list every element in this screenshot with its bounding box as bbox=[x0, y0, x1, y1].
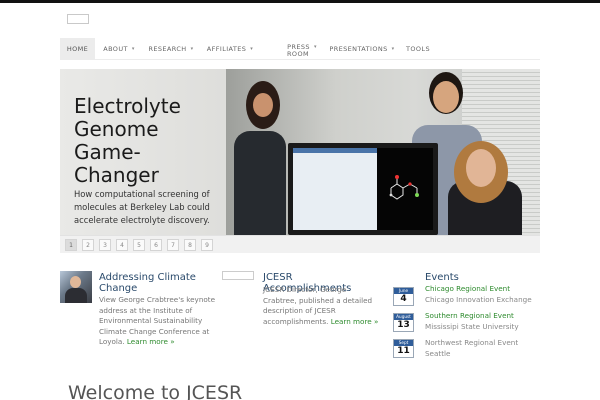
event-title-northwest: Northwest Regional Event bbox=[425, 338, 519, 347]
hero-subtitle: How computational screening of molecules… bbox=[74, 189, 210, 225]
climate-thumbnail[interactable] bbox=[60, 271, 92, 303]
pager-button[interactable]: 7 bbox=[167, 239, 179, 251]
calendar-icon: Sept 11 bbox=[393, 339, 414, 358]
climate-text: View George Crabtree's keynote address a… bbox=[99, 295, 217, 348]
events-title: Events bbox=[425, 272, 459, 283]
nav-home-label: HOME bbox=[66, 44, 89, 53]
climate-title[interactable]: Addressing Climate Change bbox=[99, 272, 214, 294]
slider-pager: 1 2 3 4 5 6 7 8 9 bbox=[60, 235, 540, 253]
main-nav: HOME ABOUT ▾ RESEARCH ▾ AFFILIATES ▾ PRESS ▾… bbox=[60, 38, 540, 60]
pager-button[interactable]: 8 bbox=[184, 239, 196, 251]
jcesr-text: JCESR Director, George Crabtree, publish… bbox=[263, 285, 379, 327]
site-logo[interactable] bbox=[67, 14, 89, 24]
event-location: Mississipi State University bbox=[425, 322, 519, 331]
pager-button[interactable]: 5 bbox=[133, 239, 145, 251]
chevron-down-icon: ▾ bbox=[391, 45, 395, 52]
event-location: Chicago Innovation Exchange bbox=[425, 295, 532, 304]
top-border bbox=[0, 0, 600, 3]
nav-about[interactable]: ABOUT ▾ bbox=[98, 38, 140, 60]
pager-button[interactable]: 3 bbox=[99, 239, 111, 251]
nav-press-room[interactable]: PRESS ▾ ROOM bbox=[282, 40, 322, 62]
pager-button[interactable]: 4 bbox=[116, 239, 128, 251]
nav-research[interactable]: RESEARCH ▾ bbox=[144, 38, 198, 60]
pager-button[interactable]: 9 bbox=[201, 239, 213, 251]
event-day: 13 bbox=[397, 320, 410, 330]
hero-slider[interactable]: Electrolyte Genome Game-Changer How comp… bbox=[60, 69, 540, 235]
monitor-image bbox=[288, 143, 438, 235]
nav-research-label: RESEARCH bbox=[148, 44, 187, 53]
molecule-icon bbox=[389, 175, 419, 200]
nav-presentations-label: PRESENTATIONS bbox=[329, 44, 388, 53]
page-heading: Welcome to JCESR bbox=[68, 382, 243, 400]
nav-tools[interactable]: TOOLS bbox=[402, 38, 434, 60]
chevron-down-icon: ▾ bbox=[313, 44, 317, 50]
event-location: Seattle bbox=[425, 349, 451, 358]
jcesr-image bbox=[222, 271, 254, 280]
event-link-southern[interactable]: Southern Regional Event bbox=[425, 311, 514, 321]
hero-title[interactable]: Electrolyte Genome Game-Changer bbox=[74, 95, 224, 187]
molecule-screen bbox=[377, 148, 433, 230]
chevron-down-icon: ▾ bbox=[131, 45, 135, 52]
nav-about-label: ABOUT bbox=[103, 44, 128, 53]
nav-affiliates[interactable]: AFFILIATES ▾ bbox=[202, 38, 258, 60]
nav-home[interactable]: HOME bbox=[60, 38, 95, 60]
software-screen bbox=[293, 148, 377, 230]
event-day: 4 bbox=[400, 294, 407, 304]
chevron-down-icon: ▾ bbox=[190, 45, 194, 52]
nav-tools-label: TOOLS bbox=[406, 44, 430, 53]
event-link-chicago[interactable]: Chicago Regional Event bbox=[425, 284, 510, 294]
nav-affiliates-label: AFFILIATES bbox=[206, 44, 247, 53]
calendar-icon: August 13 bbox=[393, 313, 414, 332]
pager-button[interactable]: 2 bbox=[82, 239, 94, 251]
chevron-down-icon: ▾ bbox=[250, 45, 254, 52]
pager-button[interactable]: 1 bbox=[65, 239, 77, 251]
climate-learn-more-link[interactable]: Learn more » bbox=[127, 337, 175, 346]
calendar-icon: June 4 bbox=[393, 287, 414, 306]
jcesr-learn-more-link[interactable]: Learn more » bbox=[331, 317, 379, 326]
nav-room-label: ROOM bbox=[287, 50, 309, 58]
event-day: 11 bbox=[397, 346, 410, 356]
pager-button[interactable]: 6 bbox=[150, 239, 162, 251]
nav-presentations[interactable]: PRESENTATIONS ▾ bbox=[326, 38, 398, 60]
